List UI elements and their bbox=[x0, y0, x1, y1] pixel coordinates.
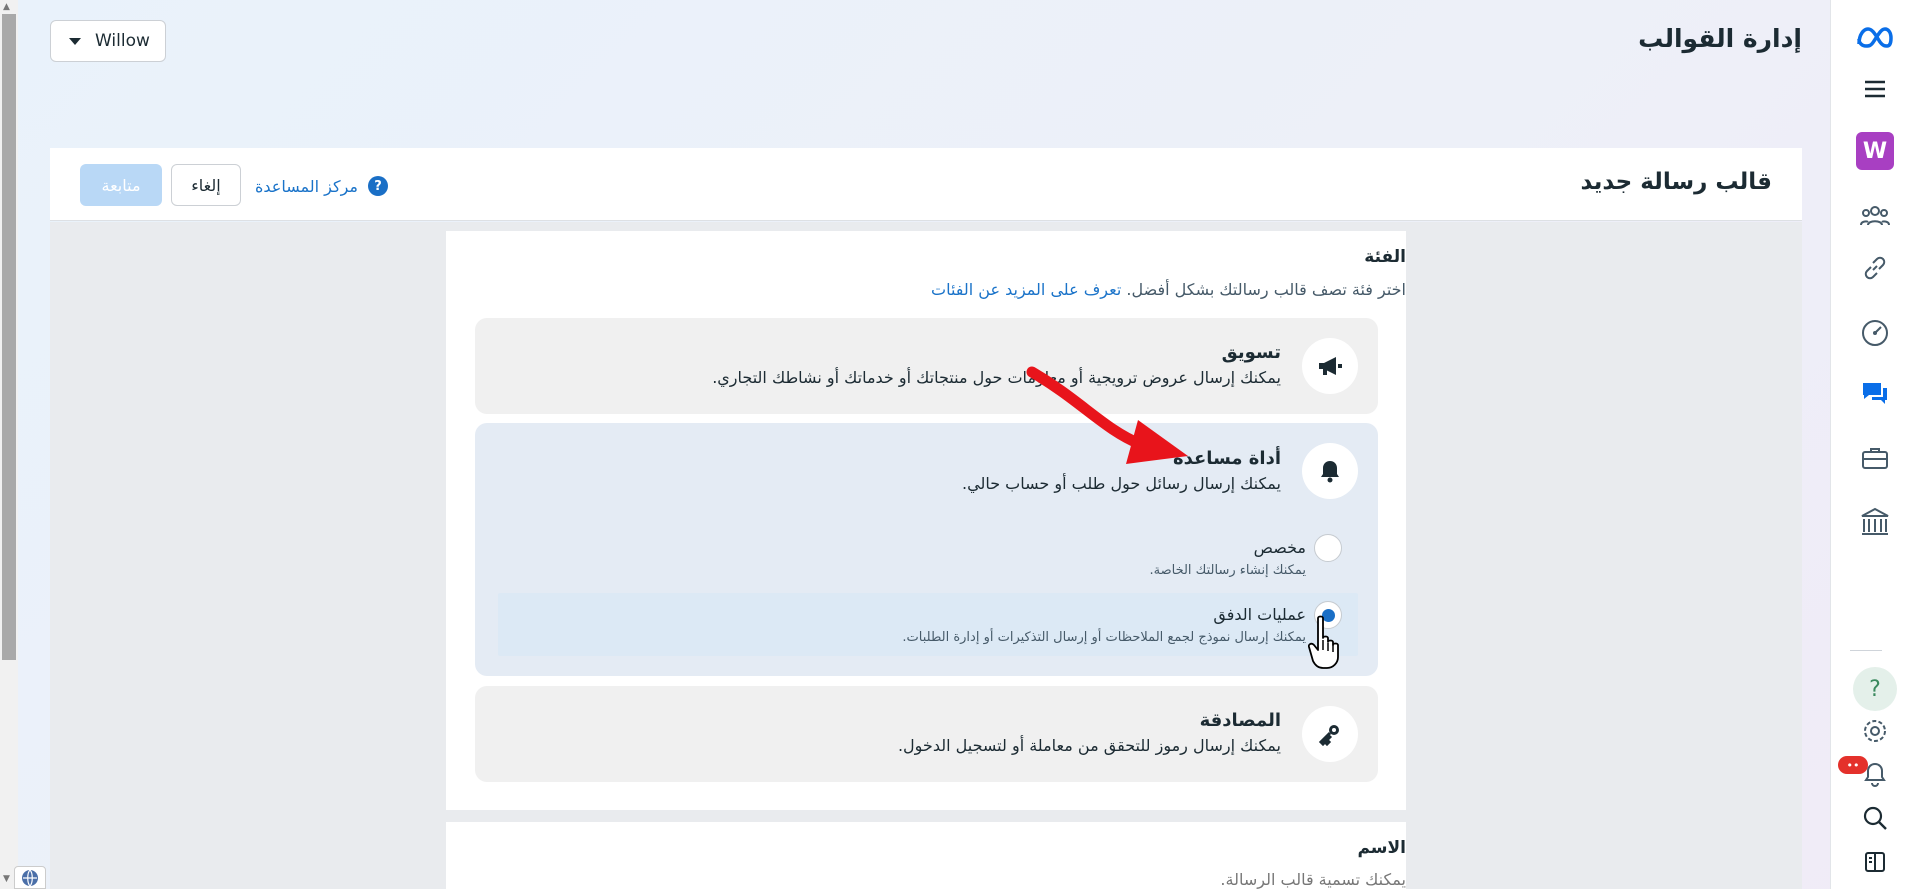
learn-more-link[interactable]: تعرف على المزيد عن الفئات bbox=[931, 280, 1121, 299]
people-icon[interactable] bbox=[1845, 196, 1905, 236]
option-title: تسويق bbox=[1221, 342, 1281, 363]
card-title: قالب رسالة جديد bbox=[1580, 169, 1772, 195]
caret-down-icon bbox=[69, 37, 81, 45]
sub-option-title: عمليات الدفق bbox=[1213, 605, 1306, 624]
name-description: يمكنك تسمية قالب الرسالة. bbox=[1220, 870, 1406, 889]
sub-option-title: مخصص bbox=[1253, 538, 1306, 557]
nav-divider bbox=[1850, 650, 1882, 651]
menu-icon[interactable] bbox=[1845, 69, 1905, 109]
option-description: يمكنك إرسال عروض ترويجية أو معلومات حول … bbox=[712, 368, 1281, 387]
category-title: الفئة bbox=[1364, 247, 1406, 267]
scroll-down-arrow-icon[interactable]: ▼ bbox=[3, 874, 10, 884]
dashboard-gauge-icon[interactable] bbox=[1845, 313, 1905, 353]
briefcase-icon[interactable] bbox=[1845, 438, 1905, 478]
hand-cursor-icon bbox=[1308, 615, 1339, 669]
question-icon: ? bbox=[367, 176, 388, 196]
key-icon bbox=[1302, 706, 1358, 762]
account-selector[interactable]: Willow bbox=[50, 20, 166, 62]
search-icon[interactable] bbox=[1845, 798, 1905, 838]
settings-gear-icon[interactable] bbox=[1845, 711, 1905, 751]
category-option-authentication[interactable]: المصادقة يمكنك إرسال رموز للتحقق من معام… bbox=[475, 686, 1378, 782]
name-title: الاسم bbox=[1357, 838, 1406, 858]
page-title: إدارة القوالب bbox=[1638, 24, 1802, 53]
option-description: يمكنك إرسال رسائل حول طلب أو حساب حالي. bbox=[962, 474, 1281, 493]
globe-icon[interactable] bbox=[14, 866, 46, 889]
category-option-marketing[interactable]: تسويق يمكنك إرسال عروض ترويجية أو معلوما… bbox=[475, 318, 1378, 414]
chat-icon[interactable] bbox=[1845, 373, 1905, 413]
scroll-up-arrow-icon[interactable]: ▲ bbox=[3, 2, 10, 12]
custom-radio[interactable] bbox=[1314, 534, 1342, 562]
option-title: المصادقة bbox=[1199, 710, 1281, 731]
help-center-link[interactable]: ? مركز المساعدة bbox=[255, 173, 388, 199]
sub-option-description: يمكنك إنشاء رسالتك الخاصة. bbox=[1149, 563, 1306, 578]
account-name: Willow bbox=[95, 31, 150, 51]
avatar: W bbox=[1856, 132, 1894, 170]
help-question-icon: ? bbox=[1853, 667, 1897, 711]
sub-option-description: يمكنك إرسال نموذج لجمع الملاحظات أو إرسا… bbox=[902, 630, 1306, 645]
cancel-button[interactable]: إلغاء bbox=[171, 164, 241, 206]
category-description-text: اختر فئة تصف قالب رسالتك بشكل أفضل. bbox=[1126, 280, 1406, 299]
link-icon[interactable] bbox=[1845, 248, 1905, 288]
help-center-label: مركز المساعدة bbox=[255, 176, 358, 196]
help-button[interactable]: ? bbox=[1845, 664, 1905, 714]
option-description: يمكنك إرسال رموز للتحقق من معاملة أو لتس… bbox=[897, 736, 1281, 755]
account-avatar[interactable]: W bbox=[1845, 131, 1905, 171]
megaphone-icon bbox=[1302, 338, 1358, 394]
red-arrow-annotation-icon bbox=[1026, 366, 1188, 464]
bank-icon[interactable] bbox=[1845, 502, 1905, 542]
scrollbar-thumb[interactable] bbox=[2, 14, 16, 660]
bell-icon bbox=[1302, 443, 1358, 499]
meta-logo-icon[interactable] bbox=[1845, 17, 1905, 57]
category-description: اختر فئة تصف قالب رسالتك بشكل أفضل. تعرف… bbox=[931, 280, 1406, 299]
panel-toggle-icon[interactable] bbox=[1845, 842, 1905, 882]
notification-badge: •• bbox=[1838, 756, 1868, 774]
selected-sub-option-row bbox=[498, 593, 1358, 656]
continue-button[interactable]: متابعة bbox=[80, 164, 162, 206]
